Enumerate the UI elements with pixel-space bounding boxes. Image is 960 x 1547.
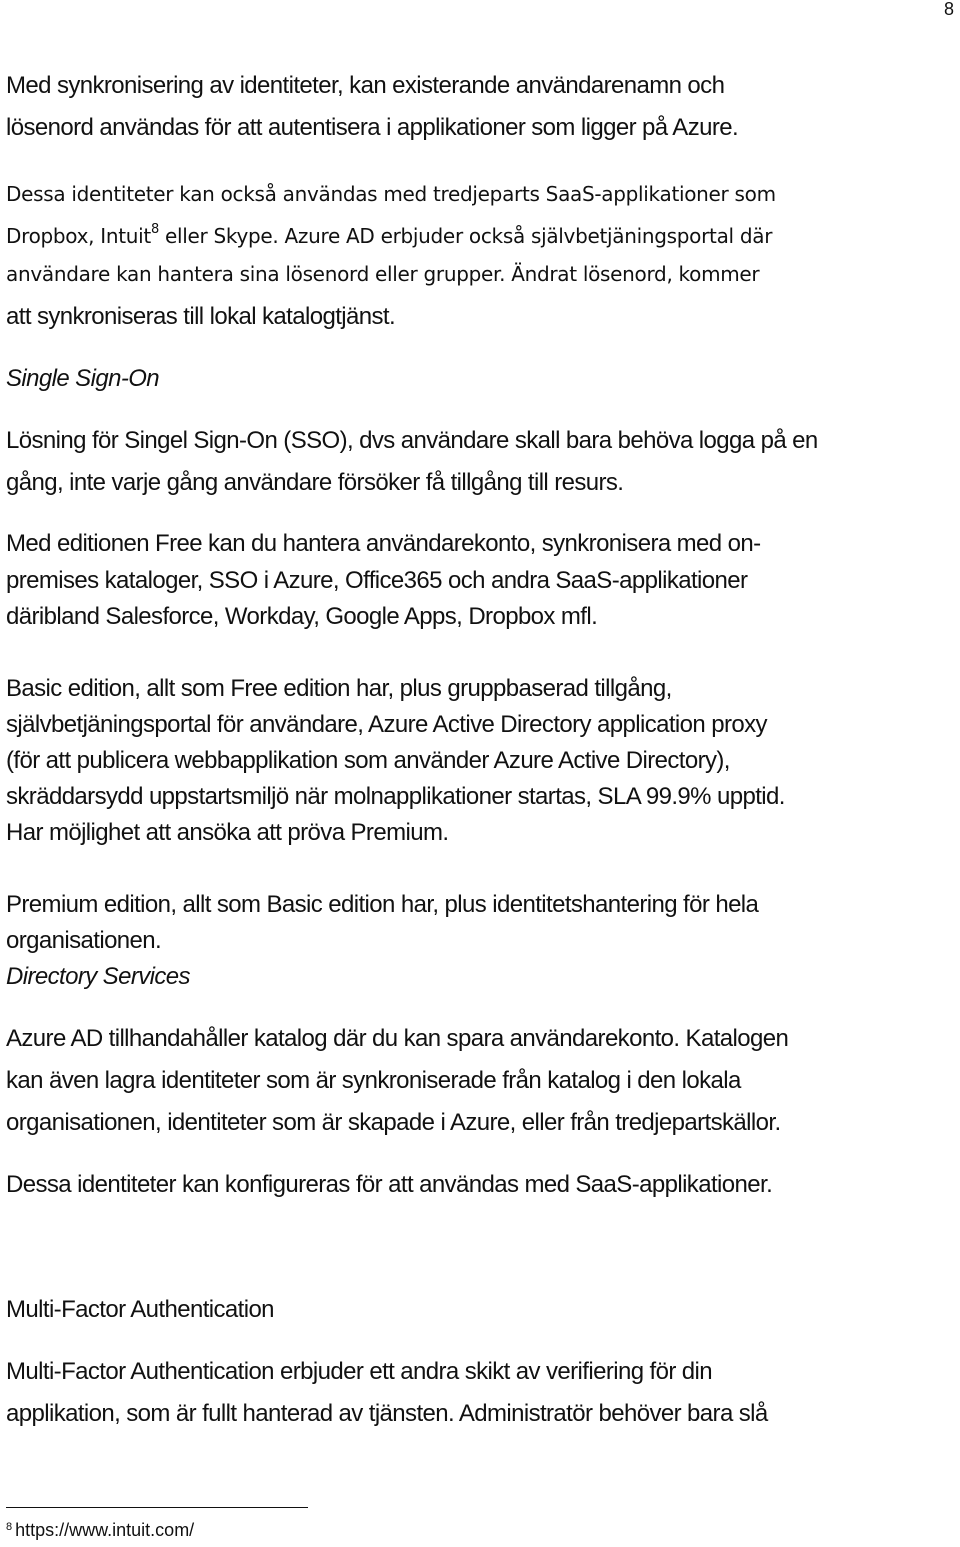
paragraph-mfa-line-1: Multi-Factor Authentication erbjuder ett… (6, 1358, 713, 1385)
footnote-link[interactable]: https://www.intuit.com/ (15, 1520, 194, 1540)
paragraph-directory-line-1: Azure AD tillhandahåller katalog där du … (6, 1025, 789, 1052)
paragraph-free-line-1: Med editionen Free kan du hantera använd… (6, 530, 761, 557)
paragraph-mfa-line-2: applikation, som är fullt hanterad av tj… (6, 1400, 768, 1427)
footnote-reference[interactable]: 8 (151, 222, 159, 237)
text-segment: eller Skype. Azure AD erbjuder också sjä… (158, 224, 773, 248)
paragraph-basic-line-3: (för att publicera webbapplikation som a… (6, 747, 730, 774)
paragraph-free-line-3: däribland Salesforce, Workday, Google Ap… (6, 603, 598, 630)
text-segment: Dropbox, Intuit (6, 224, 151, 248)
paragraph-premium-line-1: Premium edition, allt som Basic edition … (6, 891, 759, 918)
paragraph-basic-line-1: Basic edition, allt som Free edition har… (6, 675, 672, 702)
paragraph-basic-line-4: skräddarsydd uppstartsmiljö när molnappl… (6, 783, 785, 810)
footnote: 8 https://www.intuit.com/ (6, 1520, 194, 1540)
paragraph-thirdparty-line-4: att synkroniseras till lokal katalogtjän… (6, 303, 396, 330)
paragraph-thirdparty-line-1: Dessa identiteter kan också användas med… (6, 182, 776, 206)
heading-multi-factor-authentication: Multi-Factor Authentication (6, 1296, 275, 1323)
paragraph-sso-line-1: Lösning för Singel Sign-On (SSO), dvs an… (6, 427, 818, 454)
paragraph-sync-line-2: lösenord användas för att autentisera i … (6, 114, 739, 141)
paragraph-sync-line-1: Med synkronisering av identiteter, kan e… (6, 72, 725, 99)
paragraph-saas-config: Dessa identiteter kan konfigureras för a… (6, 1171, 773, 1198)
footnote-marker: 8 (6, 1521, 13, 1533)
paragraph-free-line-2: premises kataloger, SSO i Azure, Office3… (6, 567, 748, 594)
paragraph-directory-line-3: organisationen, identiteter som är skapa… (6, 1109, 781, 1136)
paragraph-sso-line-2: gång, inte varje gång användare försöker… (6, 469, 624, 496)
paragraph-basic-line-5: Har möjlighet att ansöka att pröva Premi… (6, 819, 449, 846)
paragraph-thirdparty-line-3: användare kan hantera sina lösenord elle… (6, 262, 760, 286)
paragraph-basic-line-2: självbetjäningsportal för användare, Azu… (6, 711, 768, 738)
heading-directory-services: Directory Services (6, 963, 191, 990)
page-number: 8 (943, 0, 954, 19)
paragraph-thirdparty-line-2: Dropbox, Intuit8 eller Skype. Azure AD e… (6, 222, 772, 250)
paragraph-directory-line-2: kan även lagra identiteter som är synkro… (6, 1067, 741, 1094)
footnote-separator (6, 1507, 308, 1508)
heading-single-sign-on: Single Sign-On (6, 365, 160, 392)
paragraph-premium-line-2: organisationen. (6, 927, 162, 954)
